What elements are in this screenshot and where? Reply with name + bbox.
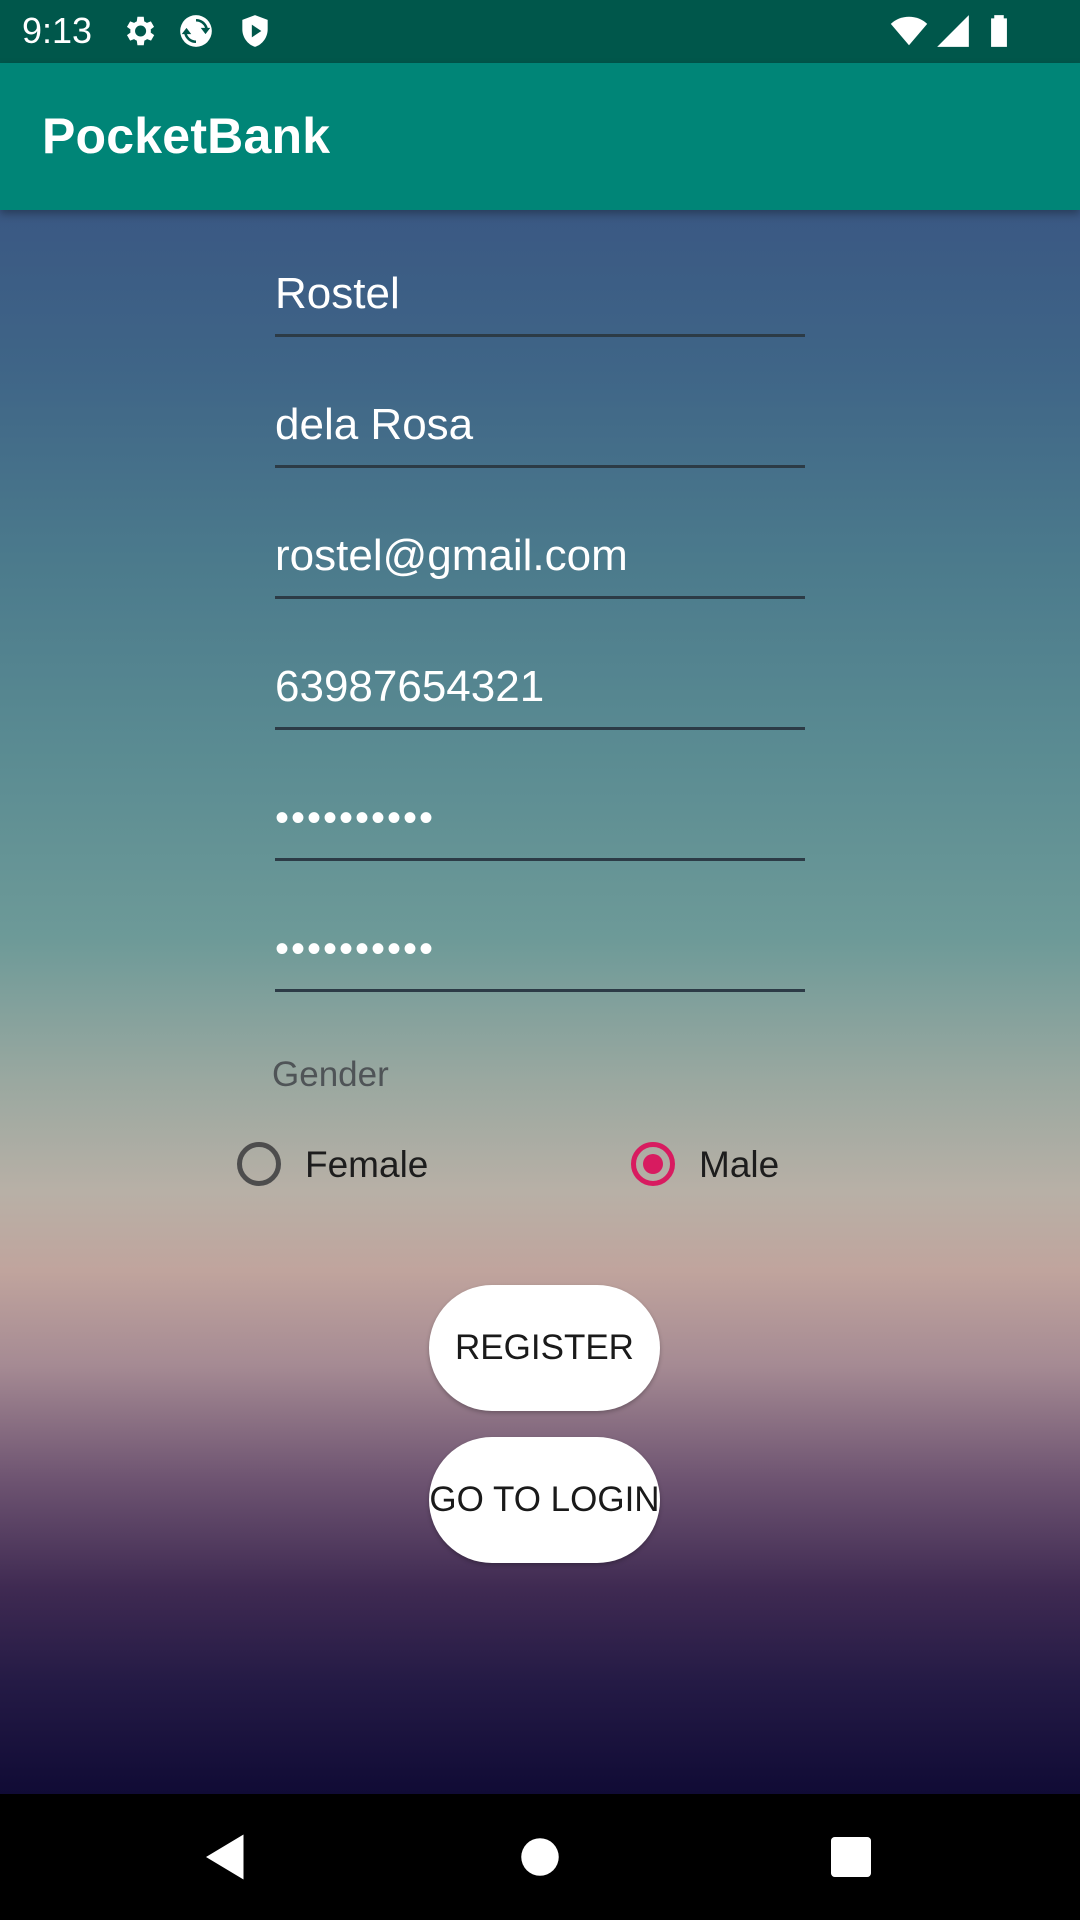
app-title: PocketBank: [42, 108, 331, 164]
status-bar: 9:13: [0, 0, 1080, 63]
female-radio-label: Female: [305, 1144, 429, 1185]
first-name-field[interactable]: Rostel: [275, 266, 805, 337]
gender-label: Gender: [272, 1055, 389, 1094]
home-icon[interactable]: [510, 1827, 570, 1887]
male-radio-label: Male: [699, 1144, 780, 1185]
navigation-bar: [0, 1794, 1080, 1920]
cellular-signal-icon: [934, 12, 972, 50]
confirm-password-field[interactable]: ••••••••••: [275, 921, 805, 992]
radio-unchecked-icon: [237, 1142, 281, 1186]
female-radio[interactable]: Female: [237, 1137, 467, 1197]
battery-icon: [980, 12, 1018, 50]
back-icon[interactable]: [196, 1827, 256, 1887]
shield-icon: [236, 12, 274, 50]
registration-form: Rostel dela Rosa rostel@gmail.com 639876…: [0, 210, 1080, 1794]
go-to-login-button[interactable]: GO TO LOGIN: [429, 1437, 660, 1563]
wifi-icon: [890, 12, 928, 50]
phone-field[interactable]: 63987654321: [275, 659, 805, 730]
email-field[interactable]: rostel@gmail.com: [275, 528, 805, 599]
register-button[interactable]: REGISTER: [429, 1285, 660, 1411]
last-name-field[interactable]: dela Rosa: [275, 397, 805, 468]
male-radio[interactable]: Male: [631, 1137, 811, 1197]
radio-checked-icon: [631, 1142, 675, 1186]
sync-icon: [177, 12, 215, 50]
gear-icon: [120, 12, 158, 50]
recents-icon[interactable]: [821, 1827, 881, 1887]
status-time: 9:13: [22, 10, 93, 51]
app-bar: PocketBank: [0, 63, 1080, 210]
password-field[interactable]: ••••••••••: [275, 790, 805, 861]
